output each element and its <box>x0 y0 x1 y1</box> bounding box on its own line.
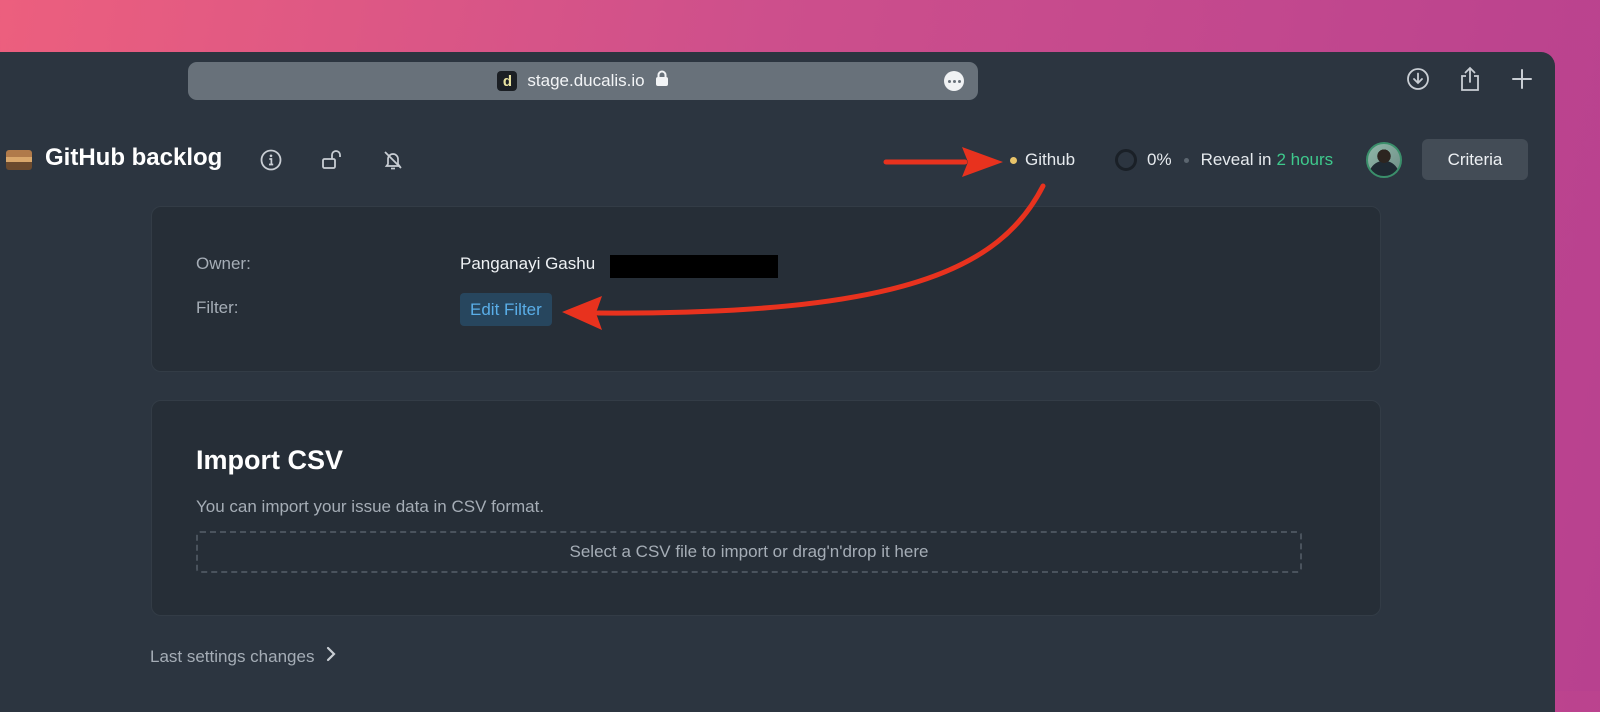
url-text: stage.ducalis.io <box>527 71 645 90</box>
unlock-icon[interactable] <box>318 146 346 174</box>
browser-window: d stage.ducalis.io GitHub backlog Github… <box>0 52 1555 712</box>
progress-ring-icon <box>1115 149 1137 171</box>
criteria-button[interactable]: Criteria <box>1422 139 1528 180</box>
avatar[interactable] <box>1366 142 1402 178</box>
csv-dropzone[interactable]: Select a CSV file to import or drag'n'dr… <box>196 531 1302 573</box>
site-favicon: d <box>497 71 518 91</box>
download-icon[interactable] <box>1405 66 1431 92</box>
separator-dot <box>1183 157 1189 163</box>
owner-label: Owner: <box>196 254 251 273</box>
filter-label: Filter: <box>196 298 239 317</box>
share-icon[interactable] <box>1457 66 1483 92</box>
last-settings-label: Last settings changes <box>150 646 315 666</box>
chevron-right-icon <box>326 646 337 667</box>
import-csv-description: You can import your issue data in CSV fo… <box>196 497 545 516</box>
address-bar[interactable]: d stage.ducalis.io <box>188 62 978 100</box>
board-info-card: Owner: Panganayi Gashu Filter: Edit Filt… <box>151 206 1381 372</box>
browser-toolbar <box>1405 66 1535 92</box>
reveal-label: Reveal in <box>1200 150 1272 169</box>
board-emoji-icon <box>6 150 32 170</box>
owner-value: Panganayi Gashu <box>460 254 596 273</box>
progress-status: 0% Reveal in 2 hours <box>1115 138 1333 182</box>
new-tab-icon[interactable] <box>1509 66 1535 92</box>
integration-status-dot <box>1010 156 1017 164</box>
info-icon[interactable] <box>257 146 285 174</box>
edit-filter-button[interactable]: Edit Filter <box>460 293 552 326</box>
reveal-time: 2 hours <box>1276 150 1334 169</box>
redacted-block <box>610 255 778 278</box>
last-settings-link[interactable]: Last settings changes <box>150 646 337 667</box>
board-header: GitHub backlog Github 0% Reveal in 2 hou… <box>0 138 1555 182</box>
integration-status[interactable]: Github <box>1010 138 1075 182</box>
lock-icon <box>655 70 669 92</box>
address-bar-content: d stage.ducalis.io <box>188 62 978 100</box>
more-icon[interactable] <box>944 71 964 91</box>
notifications-off-icon[interactable] <box>379 146 407 174</box>
import-csv-card: Import CSV You can import your issue dat… <box>151 400 1381 616</box>
integration-label: Github <box>1025 150 1076 169</box>
import-csv-title: Import CSV <box>196 445 344 475</box>
progress-percent: 0% <box>1147 150 1172 169</box>
board-title: GitHub backlog <box>45 144 223 171</box>
